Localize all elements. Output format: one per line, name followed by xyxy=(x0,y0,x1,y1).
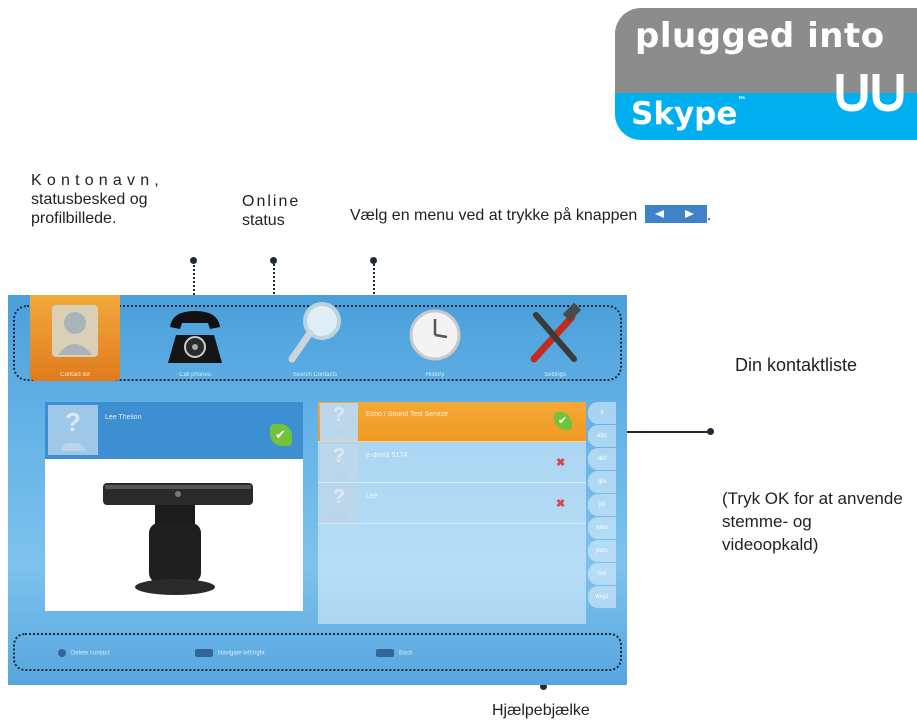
plugged-into-skype-logo: plugged into Skype™ xyxy=(615,8,917,140)
annotation-help-bar: Hjælpebjælke xyxy=(492,702,590,719)
plug-icon xyxy=(836,74,904,112)
menu-item-history[interactable]: History xyxy=(390,295,480,381)
contact-avatar: ? xyxy=(320,403,358,441)
annotation-account-info: Kontonavn, statusbesked og profilbillede… xyxy=(31,172,164,227)
contact-name: e-dnm1 5174 xyxy=(366,452,408,459)
offline-x-icon: ✖ xyxy=(556,457,566,469)
contact-row[interactable]: ? Lee ✖ xyxy=(318,484,586,524)
annotation-ok-hint: (Tryk OK for at anvende stemme- og video… xyxy=(722,489,903,554)
online-status-check-icon: ✔ xyxy=(270,424,292,446)
profile-picture: ? xyxy=(48,405,98,455)
tools-icon xyxy=(530,302,582,363)
index-tab[interactable]: jkl xyxy=(588,494,616,516)
menu-item-settings[interactable]: Settings xyxy=(510,295,600,381)
index-tab[interactable]: pqrs xyxy=(588,540,616,562)
annotation-menu-hint: Vælg en menu ved at trykke på knappen . xyxy=(350,205,712,224)
contact-avatar: ? xyxy=(320,485,358,523)
contact-name: Lee xyxy=(366,493,378,500)
skype-tv-screen: Contact list Call phones Search Contacts… xyxy=(8,295,627,685)
pointer-dot xyxy=(370,257,377,264)
logo-text-plugged-into: plugged into xyxy=(635,16,885,56)
index-tab[interactable]: def xyxy=(588,448,616,470)
index-tab[interactable]: abc xyxy=(588,425,616,447)
contact-avatar: ? xyxy=(320,444,358,482)
profile-account-name: Lee Thelion xyxy=(105,414,142,421)
person-icon xyxy=(52,305,98,357)
clock-icon xyxy=(409,309,461,361)
pointer-dot xyxy=(190,257,197,264)
pointer-dot xyxy=(707,428,714,435)
left-right-button-icon xyxy=(644,205,707,223)
telephone-icon xyxy=(168,311,222,363)
circle-button-icon xyxy=(58,649,66,657)
help-item-back: Back xyxy=(376,649,412,659)
menu-item-contact-list[interactable]: Contact list xyxy=(30,295,120,381)
index-tab[interactable]: ghi xyxy=(588,471,616,493)
annotation-online-status: Online status xyxy=(242,193,301,229)
online-check-icon: ✔ xyxy=(554,412,572,430)
index-tab[interactable]: tuv xyxy=(588,563,616,585)
menu-item-call-phones[interactable]: Call phones xyxy=(150,295,240,381)
arrow-keys-icon xyxy=(195,649,213,657)
contact-row[interactable]: ? Echo / Sound Test Service ✔ xyxy=(318,402,586,442)
index-tab[interactable]: wxyz xyxy=(588,586,616,608)
index-tab[interactable]: mno xyxy=(588,517,616,539)
profile-bar[interactable]: ? Lee Thelion ✔ xyxy=(45,402,303,459)
menu-item-search-contacts[interactable]: Search Contacts xyxy=(270,295,360,381)
contact-name: Echo / Sound Test Service xyxy=(366,411,448,418)
alphabet-index: # abc def ghi jkl mno pqrs tuv wxyz xyxy=(588,402,616,609)
help-item-delete: Delete contact xyxy=(58,649,109,659)
camera-preview-panel xyxy=(45,459,303,611)
logo-text-skype: Skype™ xyxy=(631,96,747,132)
offline-x-icon: ✖ xyxy=(556,498,566,510)
magnifier-icon xyxy=(288,302,341,363)
annotation-contact-list: Din kontaktliste xyxy=(735,355,858,375)
contact-row[interactable]: ? e-dnm1 5174 ✖ xyxy=(318,443,586,483)
webcam-icon xyxy=(103,483,253,595)
pointer-dot xyxy=(270,257,277,264)
back-key-icon xyxy=(376,649,394,657)
contact-list: ? Echo / Sound Test Service ✔ ? e-dnm1 5… xyxy=(318,402,586,624)
help-item-navigate: Navigate left/right xyxy=(195,649,265,659)
index-tab[interactable]: # xyxy=(588,402,616,424)
